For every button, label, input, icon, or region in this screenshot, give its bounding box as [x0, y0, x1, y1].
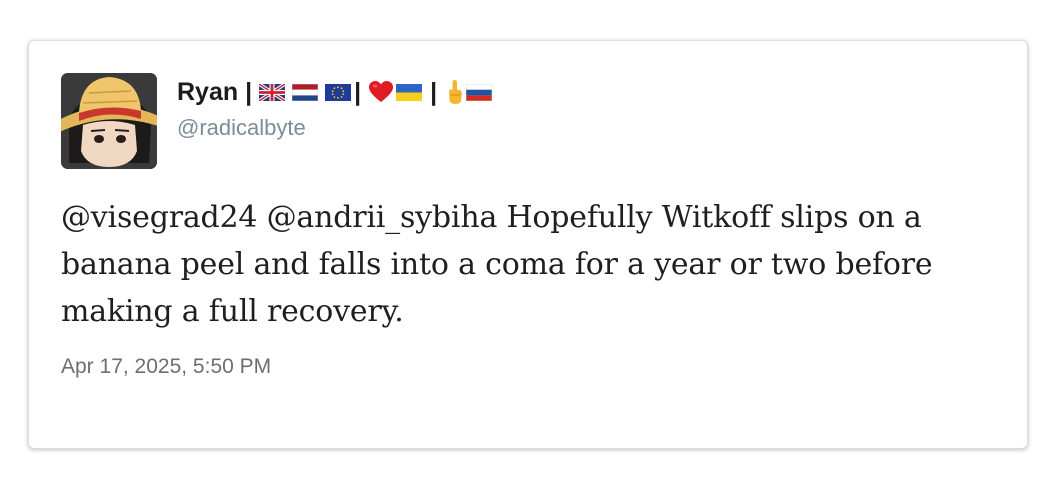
red-heart-icon [368, 80, 394, 104]
name-separator: | [245, 77, 253, 106]
eu-flag-icon [325, 83, 352, 101]
middle-finger-emoji-icon [447, 79, 463, 105]
netherlands-flag-icon [292, 83, 319, 101]
ukraine-flag-icon [396, 83, 423, 101]
name-separator-2: | [354, 77, 362, 106]
avatar[interactable] [61, 73, 157, 169]
name-separator-3: | [430, 77, 438, 106]
tweet-card: Ryan | | | @radicalbyte @visegrad24 @and… [28, 40, 1028, 449]
author-handle[interactable]: @radicalbyte [177, 115, 306, 141]
tweet-text: @visegrad24 @andrii_sybiha Hopefully Wit… [61, 200, 933, 329]
author-name-row[interactable]: Ryan | | | [177, 75, 493, 109]
author-name[interactable]: Ryan [177, 78, 238, 107]
tweet-timestamp[interactable]: Apr 17, 2025, 5:50 PM [61, 355, 271, 379]
russia-flag-icon [466, 83, 493, 101]
uk-flag-icon [259, 83, 286, 101]
